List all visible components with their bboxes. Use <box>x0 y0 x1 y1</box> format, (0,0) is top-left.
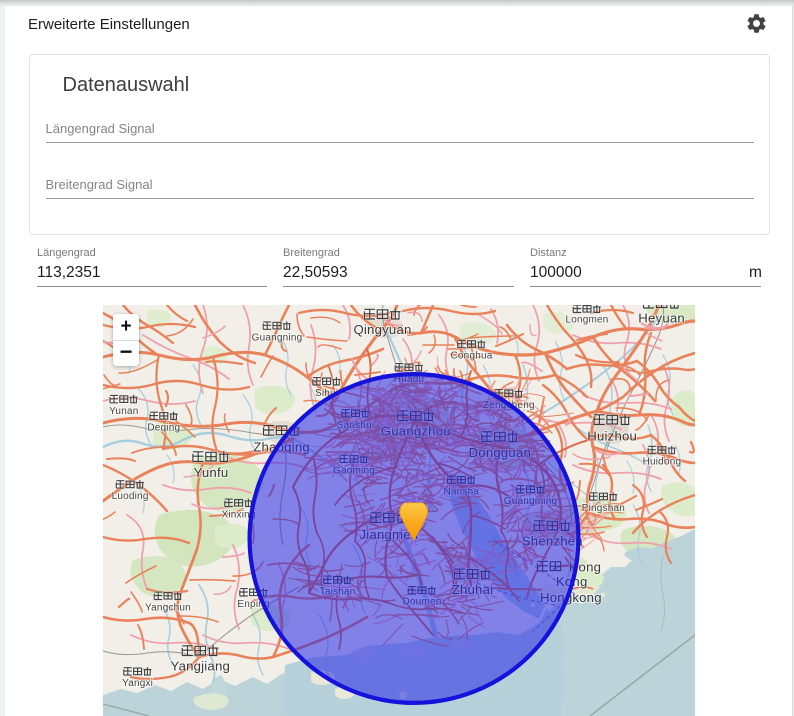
svg-text:Yangchun: Yangchun <box>145 603 191 614</box>
svg-text:Yangjiang: Yangjiang <box>171 659 230 674</box>
svg-text:Conghua: Conghua <box>451 351 493 362</box>
svg-text:Pingshan: Pingshan <box>582 503 625 514</box>
svg-text:Deqing: Deqing <box>147 423 180 434</box>
svg-text:Heyuan: Heyuan <box>638 311 685 326</box>
svg-text:Luoding: Luoding <box>112 491 149 502</box>
svg-text:Guangning: Guangning <box>252 333 303 344</box>
svg-text:Yunfu: Yunfu <box>194 465 229 480</box>
svg-text:Yangxi: Yangxi <box>122 678 153 689</box>
svg-text:Huidong: Huidong <box>643 457 682 468</box>
svg-text:Yunan: Yunan <box>109 406 138 417</box>
svg-text:Longmen: Longmen <box>565 315 608 326</box>
svg-text:Qingyuan: Qingyuan <box>353 322 411 337</box>
svg-text:Huizhou: Huizhou <box>587 429 637 444</box>
